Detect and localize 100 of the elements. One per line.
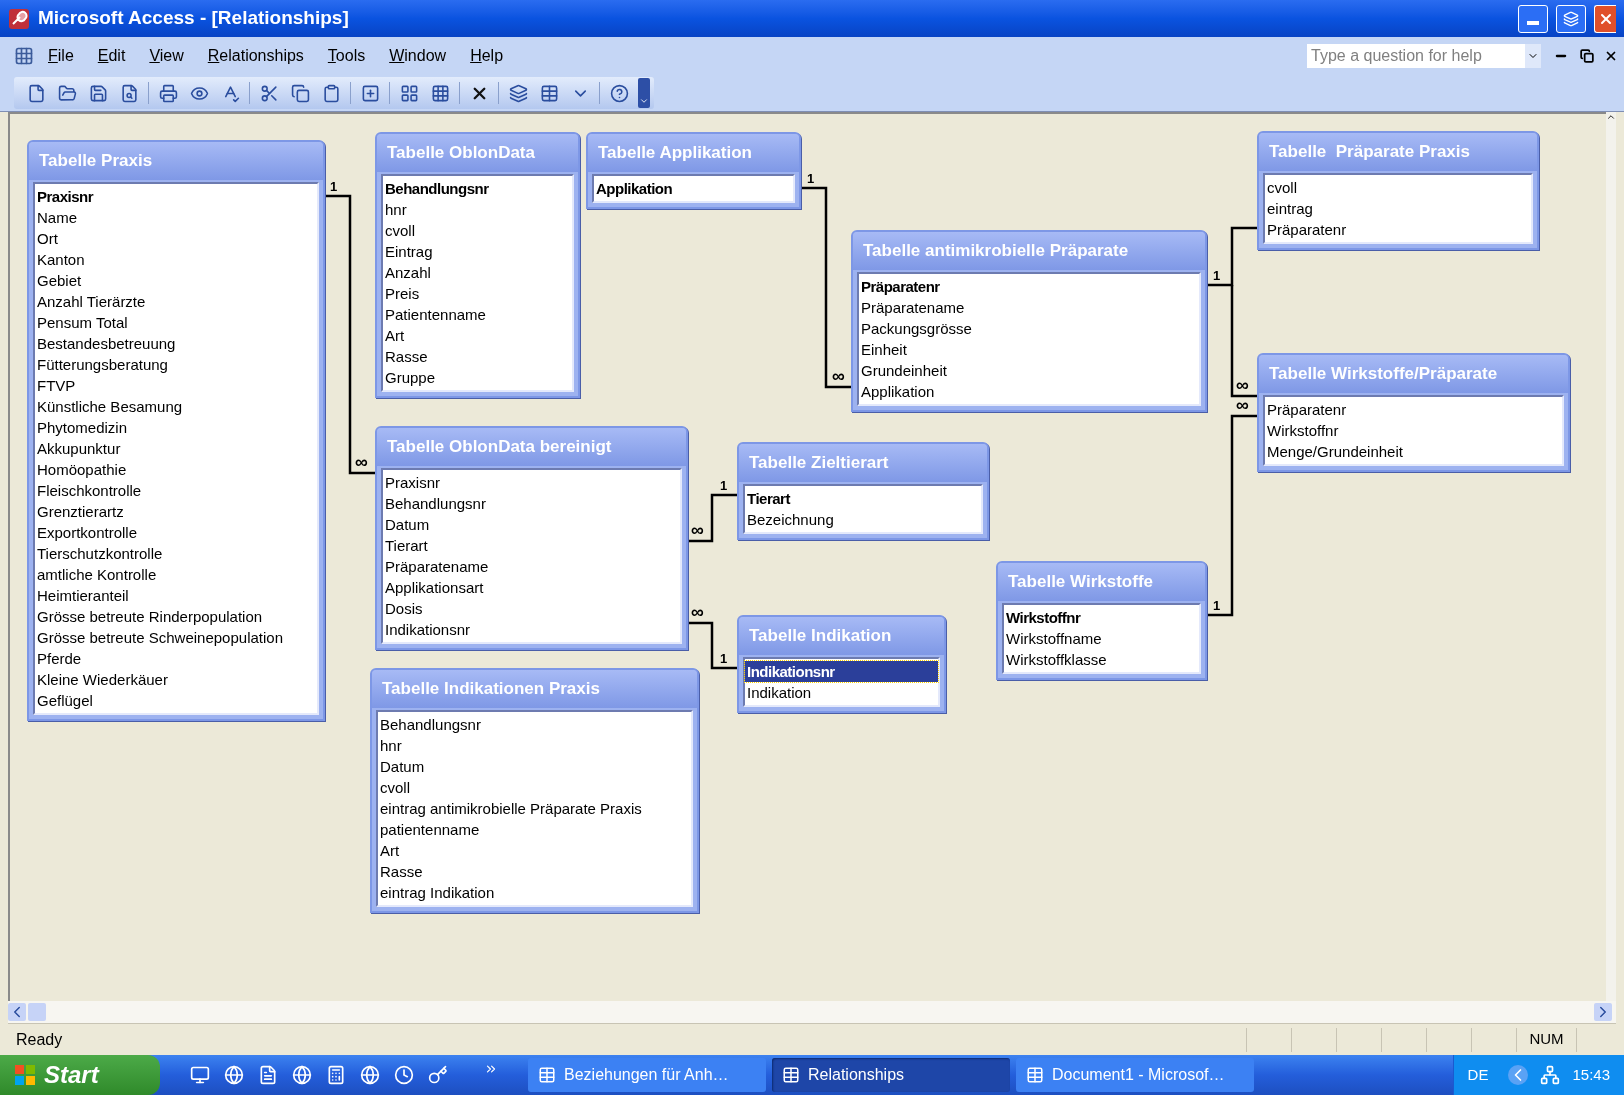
globe-launch-button[interactable] bbox=[222, 1063, 246, 1087]
restore-button[interactable] bbox=[1556, 4, 1586, 33]
field-row[interactable]: Dosis bbox=[383, 598, 680, 619]
clock-launch-button[interactable] bbox=[392, 1063, 416, 1087]
scroll-up-icon[interactable] bbox=[1606, 112, 1616, 122]
field-row[interactable]: Behandlungsnr bbox=[383, 493, 680, 514]
field-row[interactable]: Pferde bbox=[35, 648, 317, 669]
field-row[interactable]: Tierschutzkontrolle bbox=[35, 543, 317, 564]
field-row[interactable]: Grösse betreute Rinderpopulation bbox=[35, 606, 317, 627]
field-row[interactable]: Gebiet bbox=[35, 270, 317, 291]
field-row[interactable]: Praxisnr bbox=[383, 472, 680, 493]
field-row[interactable]: Fleischkontrolle bbox=[35, 480, 317, 501]
field-row[interactable]: Behandlungsnr bbox=[378, 714, 691, 735]
field-row[interactable]: Indikationsnr bbox=[745, 661, 938, 682]
field-row[interactable]: Wirkstoffnr bbox=[1265, 420, 1562, 441]
horizontal-scrollbar[interactable] bbox=[8, 1001, 1616, 1023]
toolbar-options-button[interactable] bbox=[638, 78, 650, 108]
vertical-scrollbar[interactable] bbox=[1606, 112, 1616, 1001]
menu-item[interactable]: Relationships bbox=[197, 44, 314, 68]
field-row[interactable]: eintrag bbox=[1265, 198, 1531, 219]
menu-item[interactable]: File bbox=[38, 44, 84, 68]
field-row[interactable]: Bezeichnung bbox=[745, 509, 981, 530]
field-row[interactable]: Datum bbox=[383, 514, 680, 535]
field-row[interactable]: Pensum Total bbox=[35, 312, 317, 333]
field-row[interactable]: Wirkstoffname bbox=[1004, 628, 1199, 649]
field-row[interactable]: Rasse bbox=[378, 861, 691, 882]
table-window[interactable]: Tabelle antimikrobielle Präparate Präparatenr Präparatename Packungsgrösse Einheit Grundeinheit Applikation bbox=[851, 230, 1207, 412]
expand-tray-icon[interactable] bbox=[1508, 1065, 1529, 1085]
internet-launch-button[interactable] bbox=[358, 1063, 382, 1087]
table-window[interactable]: Tabelle OblonData Behandlungsnr hnr cvoll Eintrag Anzahl Preis Patientenname Art Rasse Gruppe bbox=[375, 132, 580, 398]
field-row[interactable]: amtliche Kontrolle bbox=[35, 564, 317, 585]
field-row[interactable]: Praxisnr bbox=[35, 186, 317, 207]
field-row[interactable]: Kleine Wiederkäuer bbox=[35, 669, 317, 690]
field-row[interactable]: Name bbox=[35, 207, 317, 228]
taskbar-button[interactable]: Document1 - Microsof… bbox=[1016, 1058, 1254, 1092]
taskbar-button[interactable]: Beziehungen für Anh… bbox=[528, 1058, 766, 1092]
menu-item[interactable]: Window bbox=[379, 44, 457, 68]
start-button[interactable]: Start bbox=[0, 1055, 160, 1095]
field-row[interactable]: cvoll bbox=[383, 220, 572, 241]
field-row[interactable]: Künstliche Besamung bbox=[35, 396, 317, 417]
field-row[interactable]: eintrag antimikrobielle Präparate Praxis bbox=[378, 798, 691, 819]
field-row[interactable]: Datum bbox=[378, 756, 691, 777]
table-window[interactable]: Tabelle Wirkstoffe/Präparate Präparatenr Wirkstoffnr Menge/Grundeinheit bbox=[1257, 353, 1570, 472]
field-row[interactable]: Kanton bbox=[35, 249, 317, 270]
field-row[interactable]: Applikationsart bbox=[383, 577, 680, 598]
field-row[interactable]: Tierart bbox=[745, 488, 981, 509]
table-window[interactable]: Tabelle Indikation Indikationsnr Indikation bbox=[737, 615, 946, 713]
field-row[interactable]: Wirkstoffnr bbox=[1004, 607, 1199, 628]
browser-launch-button[interactable] bbox=[290, 1063, 314, 1087]
field-row[interactable]: Tierart bbox=[383, 535, 680, 556]
menu-item[interactable]: View bbox=[139, 44, 194, 68]
field-row[interactable]: Exportkontrolle bbox=[35, 522, 317, 543]
taskbar-button[interactable]: Relationships bbox=[772, 1058, 1010, 1092]
relationship-line[interactable] bbox=[1207, 414, 1257, 617]
field-row[interactable]: Packungsgrösse bbox=[859, 318, 1199, 339]
field-row[interactable]: Homöopathie bbox=[35, 459, 317, 480]
field-row[interactable]: Einheit bbox=[859, 339, 1199, 360]
field-row[interactable]: hnr bbox=[378, 735, 691, 756]
table-window[interactable]: Tabelle OblonData bereinigt Praxisnr Behandlungsnr Datum Tierart Präparatename Applikationsart Dosis Indikationsnr bbox=[375, 426, 688, 650]
table-window[interactable]: Tabelle Präparate Praxis cvoll eintrag Präparatenr bbox=[1257, 131, 1539, 250]
field-row[interactable]: Heimtieranteil bbox=[35, 585, 317, 606]
relationship-line[interactable] bbox=[325, 194, 375, 475]
field-row[interactable]: Grundeinheit bbox=[859, 360, 1199, 381]
field-row[interactable]: patientenname bbox=[378, 819, 691, 840]
table-window[interactable]: Tabelle Wirkstoffe Wirkstoffnr Wirkstoffname Wirkstoffklasse bbox=[996, 561, 1207, 680]
menu-item[interactable]: Edit bbox=[87, 44, 136, 68]
field-row[interactable]: hnr bbox=[383, 199, 572, 220]
field-row[interactable]: Bestandesbetreuung bbox=[35, 333, 317, 354]
close-button[interactable] bbox=[1594, 4, 1616, 33]
field-row[interactable]: Anzahl Tierärzte bbox=[35, 291, 317, 312]
relationship-line[interactable] bbox=[688, 621, 737, 670]
network-icon[interactable] bbox=[1540, 1065, 1561, 1085]
field-row[interactable]: Gruppe bbox=[383, 367, 572, 388]
field-row[interactable]: Behandlungsnr bbox=[383, 178, 572, 199]
scroll-thumb[interactable] bbox=[28, 1003, 46, 1021]
help-question-box[interactable]: Type a question for help bbox=[1306, 43, 1542, 69]
field-row[interactable]: FTVP bbox=[35, 375, 317, 396]
scroll-left-icon[interactable] bbox=[8, 1003, 26, 1021]
table-window[interactable]: Tabelle Applikation Applikation bbox=[586, 132, 801, 209]
relationship-line[interactable] bbox=[688, 493, 737, 543]
field-row[interactable]: Anzahl bbox=[383, 262, 572, 283]
table-window[interactable] bbox=[27, 140, 325, 721]
field-row[interactable]: Phytomedizin bbox=[35, 417, 317, 438]
field-row[interactable]: Grenztierartz bbox=[35, 501, 317, 522]
relationship-line[interactable] bbox=[1207, 226, 1257, 287]
scroll-right-icon[interactable] bbox=[1594, 1003, 1612, 1021]
menu-grip-icon[interactable] bbox=[14, 46, 34, 66]
field-row[interactable]: Rasse bbox=[383, 346, 572, 367]
relationship-line[interactable] bbox=[801, 186, 851, 389]
field-row[interactable]: Präparatenr bbox=[1265, 399, 1562, 420]
field-row[interactable]: Präparatenr bbox=[1265, 219, 1531, 240]
field-row[interactable]: Preis bbox=[383, 283, 572, 304]
close-icon[interactable] bbox=[1604, 49, 1618, 63]
menu-item[interactable]: Tools bbox=[317, 44, 376, 68]
field-row[interactable]: Indikationsnr bbox=[383, 619, 680, 640]
menu-item[interactable]: Help bbox=[460, 44, 514, 68]
field-row[interactable]: Indikation bbox=[745, 682, 938, 703]
field-row[interactable]: eintrag Indikation bbox=[378, 882, 691, 903]
field-row[interactable]: Präparatename bbox=[859, 297, 1199, 318]
field-row[interactable]: Grösse betreute Schweinepopulation bbox=[35, 627, 317, 648]
